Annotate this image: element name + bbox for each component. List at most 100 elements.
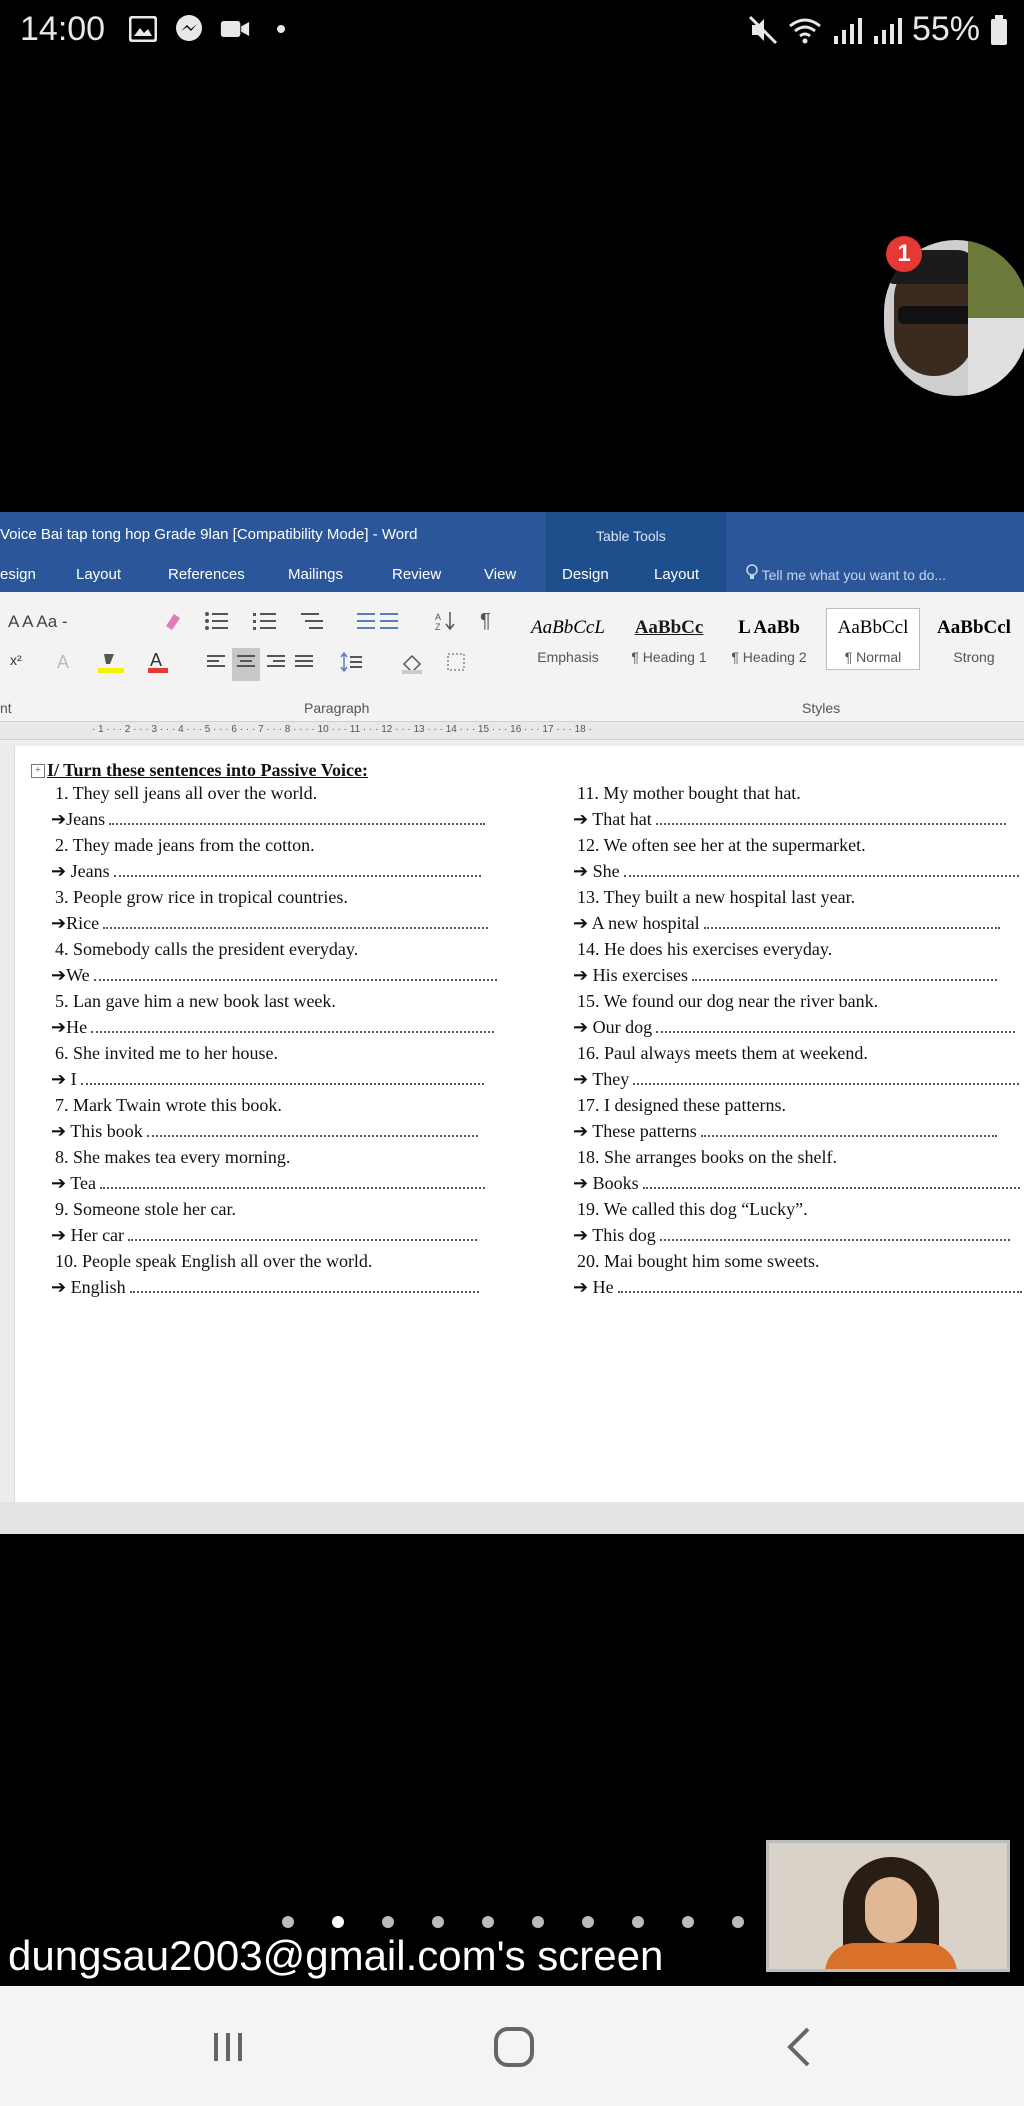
font-size-controls[interactable]: A A Aa - bbox=[8, 612, 68, 632]
answer-blank[interactable] bbox=[700, 1123, 997, 1137]
text-effects-icon[interactable]: A bbox=[54, 650, 76, 677]
answer-line[interactable]: ➔ He bbox=[573, 1274, 1022, 1300]
justify-icon[interactable] bbox=[294, 652, 314, 677]
answer-line[interactable]: ➔ They bbox=[573, 1066, 1020, 1092]
indent-icon[interactable] bbox=[356, 610, 400, 637]
bullets-icon[interactable] bbox=[204, 610, 230, 637]
page-dot[interactable] bbox=[632, 1916, 644, 1928]
style-normal[interactable]: AaBbCcl ¶ Normal bbox=[826, 608, 920, 670]
style-sample: AaBbCcl bbox=[837, 617, 909, 638]
answer-line[interactable]: ➔We bbox=[51, 962, 497, 988]
answer-blank[interactable] bbox=[623, 863, 1019, 877]
numbering-icon[interactable] bbox=[252, 610, 278, 637]
tell-me-box[interactable]: Tell me what you want to do... bbox=[746, 564, 946, 583]
recent-apps-button[interactable] bbox=[198, 2022, 258, 2072]
answer-blank[interactable] bbox=[80, 1071, 484, 1085]
pilcrow-icon[interactable]: ¶ bbox=[480, 610, 491, 633]
answer-line[interactable]: ➔ That hat bbox=[573, 806, 1006, 832]
style-strong[interactable]: AaBbCcl Strong bbox=[926, 608, 1022, 670]
answer-blank[interactable] bbox=[129, 1279, 479, 1293]
borders-icon[interactable] bbox=[446, 652, 468, 677]
style-emphasis[interactable]: AaBbCcL Emphasis bbox=[522, 608, 614, 670]
answer-line[interactable]: ➔Rice bbox=[51, 910, 489, 936]
style-heading-2[interactable]: L AaBb ¶ Heading 2 bbox=[722, 608, 816, 670]
answer-line[interactable]: ➔ Tea bbox=[51, 1170, 485, 1196]
back-button[interactable] bbox=[770, 2022, 830, 2072]
font-color-icon[interactable]: A bbox=[146, 650, 170, 679]
answer-blank[interactable] bbox=[146, 1123, 478, 1137]
answer-blank[interactable] bbox=[93, 967, 497, 981]
align-center-icon[interactable] bbox=[232, 648, 260, 681]
answer-blank[interactable] bbox=[109, 811, 486, 825]
answer-blank[interactable] bbox=[642, 1175, 1020, 1189]
style-sample: AaBbCcl bbox=[937, 617, 1011, 638]
answer-line[interactable]: ➔ This dog bbox=[573, 1222, 1010, 1248]
tab-layout[interactable]: Layout bbox=[76, 566, 121, 583]
clear-format-icon[interactable] bbox=[162, 610, 184, 637]
tab-design[interactable]: esign bbox=[0, 566, 36, 583]
page-dot[interactable] bbox=[682, 1916, 694, 1928]
answer-blank[interactable] bbox=[633, 1071, 1020, 1085]
answer-blank[interactable] bbox=[128, 1227, 478, 1241]
answer-line[interactable]: ➔ These patterns bbox=[573, 1118, 997, 1144]
answer-blank[interactable] bbox=[692, 967, 998, 981]
shading-icon[interactable] bbox=[400, 652, 426, 679]
answer-blank[interactable] bbox=[703, 915, 1000, 929]
style-heading-1[interactable]: AaBbCc ¶ Heading 1 bbox=[622, 608, 716, 670]
answer-line[interactable]: ➔ Her car bbox=[51, 1222, 478, 1248]
home-button[interactable] bbox=[484, 2022, 544, 2072]
answer-blank[interactable] bbox=[113, 863, 481, 877]
tab-view[interactable]: View bbox=[484, 566, 516, 583]
answer-line[interactable]: ➔ This book bbox=[51, 1118, 478, 1144]
tab-table-design[interactable]: Design bbox=[562, 566, 609, 583]
answer-blank[interactable] bbox=[655, 811, 1006, 825]
align-right-icon[interactable] bbox=[266, 652, 286, 677]
tab-table-layout[interactable]: Layout bbox=[654, 566, 699, 583]
page-indicator bbox=[282, 1916, 744, 1928]
tab-references[interactable]: References bbox=[168, 566, 245, 583]
page-dot[interactable] bbox=[482, 1916, 494, 1928]
question-3: 3. People grow rice in tropical countrie… bbox=[55, 887, 348, 907]
tab-review[interactable]: Review bbox=[392, 566, 441, 583]
answer-blank[interactable] bbox=[617, 1279, 1022, 1293]
multilevel-list-icon[interactable] bbox=[300, 610, 326, 637]
page-dot[interactable] bbox=[432, 1916, 444, 1928]
line-spacing-icon[interactable] bbox=[340, 651, 364, 677]
self-video-thumbnail[interactable] bbox=[766, 1840, 1010, 1972]
answer-blank[interactable] bbox=[99, 1175, 485, 1189]
question-14: 14. He does his exercises everyday. bbox=[577, 939, 833, 959]
answer-line[interactable]: ➔ Jeans bbox=[51, 858, 481, 884]
page-dot[interactable] bbox=[732, 1916, 744, 1928]
align-left-icon[interactable] bbox=[206, 652, 226, 677]
answer-line[interactable]: ➔ Our dog bbox=[573, 1014, 1016, 1040]
page-dot[interactable] bbox=[282, 1916, 294, 1928]
question-1: 1. They sell jeans all over the world. bbox=[55, 783, 318, 803]
answer-prompt: ➔Rice bbox=[51, 913, 100, 933]
page-dot[interactable] bbox=[332, 1916, 344, 1928]
horizontal-ruler[interactable]: · 1 · · · 2 · · · 3 · · · 4 · · · 5 · · … bbox=[0, 722, 1024, 740]
answer-blank[interactable] bbox=[659, 1227, 1010, 1241]
superscript-icon[interactable]: x² bbox=[10, 652, 22, 668]
answer-line[interactable]: ➔ Books bbox=[573, 1170, 1020, 1196]
highlight-icon[interactable] bbox=[96, 650, 126, 679]
answer-blank[interactable] bbox=[91, 1019, 495, 1033]
answer-prompt: ➔ A new hospital bbox=[573, 913, 700, 933]
answer-line[interactable]: ➔Jeans bbox=[51, 806, 486, 832]
sort-icon[interactable]: AZ bbox=[434, 610, 456, 637]
home-icon bbox=[494, 2027, 534, 2067]
answer-line[interactable]: ➔ She bbox=[573, 858, 1019, 884]
answer-line[interactable]: ➔ English bbox=[51, 1274, 479, 1300]
page-dot[interactable] bbox=[582, 1916, 594, 1928]
answer-blank[interactable] bbox=[103, 915, 489, 929]
tab-mailings[interactable]: Mailings bbox=[288, 566, 343, 583]
tell-me-text: Tell me what you want to do... bbox=[761, 567, 947, 583]
answer-line[interactable]: ➔ His exercises bbox=[573, 962, 998, 988]
answer-line[interactable]: ➔He bbox=[51, 1014, 495, 1040]
answer-blank[interactable] bbox=[656, 1019, 1016, 1033]
answer-line[interactable]: ➔ A new hospital bbox=[573, 910, 1000, 936]
table-move-handle-icon[interactable]: + bbox=[31, 764, 45, 778]
answer-line[interactable]: ➔ I bbox=[51, 1066, 484, 1092]
document-page[interactable]: + I/ Turn these sentences into Passive V… bbox=[14, 746, 1024, 1502]
page-dot[interactable] bbox=[382, 1916, 394, 1928]
page-dot[interactable] bbox=[532, 1916, 544, 1928]
